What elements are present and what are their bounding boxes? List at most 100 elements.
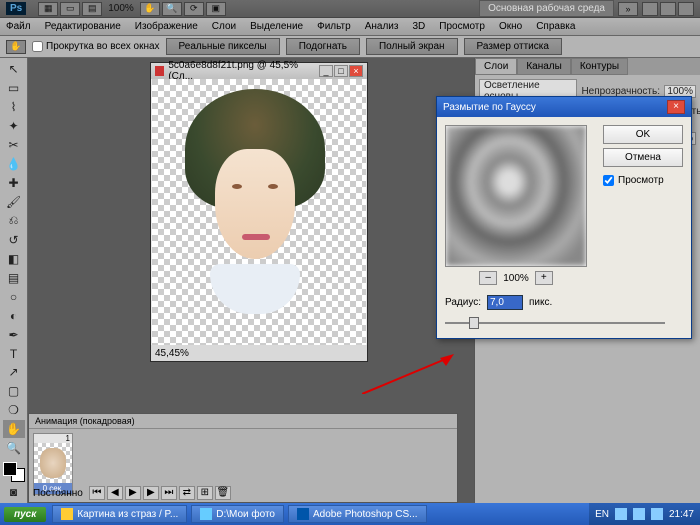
start-button[interactable]: пуск xyxy=(4,507,46,522)
stamp-tool-icon[interactable]: ⎌ xyxy=(3,212,25,230)
lang-indicator[interactable]: EN xyxy=(595,509,609,520)
color-swatches[interactable] xyxy=(3,462,25,482)
annotation-arrow xyxy=(362,354,454,394)
ok-button[interactable]: OK xyxy=(603,125,683,144)
dialog-titlebar[interactable]: Размытие по Гауссу × xyxy=(437,97,691,117)
animation-tab[interactable]: Анимация (покадровая) xyxy=(29,414,457,429)
radius-slider[interactable] xyxy=(445,316,665,330)
hand-tool-icon[interactable]: ✋ xyxy=(3,420,25,438)
pen-tool-icon[interactable]: ✒ xyxy=(3,326,25,344)
workspace-switcher[interactable]: Основная рабочая среда xyxy=(479,0,614,17)
bridge-icon[interactable]: ▦ xyxy=(38,2,58,16)
shape-tool-icon[interactable]: ▢ xyxy=(3,382,25,400)
menu-help[interactable]: Справка xyxy=(536,21,575,32)
document-canvas[interactable] xyxy=(152,79,366,345)
animation-panel: Анимация (покадровая) 1 0 сек. Постоянно… xyxy=(28,413,458,503)
opacity-label: Непрозрачность: xyxy=(581,86,660,97)
zoom-tool-icon[interactable]: 🔍 xyxy=(3,439,25,457)
last-frame-button[interactable]: ⏭ xyxy=(161,486,177,500)
wand-tool-icon[interactable]: ✦ xyxy=(3,117,25,135)
doc-minimize-button[interactable]: _ xyxy=(319,65,333,77)
quickmask-icon[interactable]: ◙ xyxy=(3,483,25,501)
crop-tool-icon[interactable]: ✂ xyxy=(3,136,25,154)
rotate-icon[interactable]: ⟳ xyxy=(184,2,204,16)
tray-icon[interactable] xyxy=(651,508,663,520)
preview-checkbox[interactable]: Просмотр xyxy=(603,175,683,186)
menu-layer[interactable]: Слои xyxy=(212,21,236,32)
type-tool-icon[interactable]: T xyxy=(3,345,25,363)
radius-input[interactable]: 7,0 xyxy=(487,295,523,310)
heal-tool-icon[interactable]: ✚ xyxy=(3,174,25,192)
full-screen-button[interactable]: Полный экран xyxy=(366,38,458,55)
next-frame-button[interactable]: ▶ xyxy=(143,486,159,500)
eraser-tool-icon[interactable]: ◧ xyxy=(3,250,25,268)
task-item[interactable]: Adobe Photoshop CS... xyxy=(288,505,427,523)
zoom-icon[interactable]: 🔍 xyxy=(162,2,182,16)
print-size-button[interactable]: Размер оттиска xyxy=(464,38,562,55)
zoom-out-button[interactable]: – xyxy=(479,271,497,285)
screen-mode-icon[interactable]: ▣ xyxy=(206,2,226,16)
zoom-in-button[interactable]: + xyxy=(535,271,553,285)
tray-icon[interactable] xyxy=(615,508,627,520)
brush-tool-icon[interactable]: 🖌 xyxy=(3,193,25,211)
path-tool-icon[interactable]: ↗ xyxy=(3,364,25,382)
prev-frame-button[interactable]: ◀ xyxy=(107,486,123,500)
dialog-close-button[interactable]: × xyxy=(667,100,685,114)
doc-zoom-status: 45,45% xyxy=(155,348,189,359)
menu-filter[interactable]: Фильтр xyxy=(317,21,351,32)
new-frame-button[interactable]: ⊞ xyxy=(197,486,213,500)
clock[interactable]: 21:47 xyxy=(669,509,694,520)
3d-tool-icon[interactable]: ❍ xyxy=(3,401,25,419)
task-item[interactable]: D:\Мои фото xyxy=(191,505,284,523)
menu-select[interactable]: Выделение xyxy=(250,21,303,32)
view-extras-icon[interactable]: ▭ xyxy=(60,2,80,16)
more-icon[interactable]: » xyxy=(618,2,638,16)
minimize-button[interactable] xyxy=(642,2,658,16)
menu-file[interactable]: Файл xyxy=(6,21,31,32)
move-tool-icon[interactable]: ↖ xyxy=(3,60,25,78)
tool-preset-icon[interactable]: ✋ xyxy=(6,40,26,54)
arrange-icon[interactable]: ▤ xyxy=(82,2,102,16)
options-bar: ✋ Прокрутка во всех окнах Реальные пиксе… xyxy=(0,36,700,58)
tab-channels[interactable]: Каналы xyxy=(517,58,571,75)
dodge-tool-icon[interactable]: ◐ xyxy=(3,307,25,325)
tween-button[interactable]: ⇄ xyxy=(179,486,195,500)
scroll-all-checkbox[interactable]: Прокрутка во всех окнах xyxy=(32,41,160,52)
maximize-button[interactable] xyxy=(660,2,676,16)
ps-logo: Ps xyxy=(6,2,26,15)
cancel-button[interactable]: Отмена xyxy=(603,148,683,167)
delete-frame-button[interactable]: 🗑 xyxy=(215,486,231,500)
history-brush-icon[interactable]: ↺ xyxy=(3,231,25,249)
doc-close-button[interactable]: × xyxy=(349,65,363,77)
app-titlebar: Ps ▦ ▭ ▤ 100% ✋ 🔍 ⟳ ▣ Основная рабочая с… xyxy=(0,0,700,18)
loop-selector[interactable]: Постоянно xyxy=(33,488,83,499)
menu-window[interactable]: Окно xyxy=(499,21,522,32)
document-window: 5c0a6e8d8f21t.png @ 45,5% (Сл... _ □ × 4… xyxy=(150,62,368,362)
dialog-title: Размытие по Гауссу xyxy=(443,102,536,113)
menu-edit[interactable]: Редактирование xyxy=(45,21,121,32)
titlebar-tools: ▦ ▭ ▤ 100% ✋ 🔍 ⟳ ▣ xyxy=(38,2,226,16)
play-button[interactable]: ▶ xyxy=(125,486,141,500)
first-frame-button[interactable]: ⏮ xyxy=(89,486,105,500)
gradient-tool-icon[interactable]: ▤ xyxy=(3,269,25,287)
hand-icon[interactable]: ✋ xyxy=(140,2,160,16)
tray-icon[interactable] xyxy=(633,508,645,520)
system-tray: EN 21:47 xyxy=(589,503,700,525)
document-titlebar[interactable]: 5c0a6e8d8f21t.png @ 45,5% (Сл... _ □ × xyxy=(151,63,367,79)
menu-image[interactable]: Изображение xyxy=(135,21,198,32)
lasso-tool-icon[interactable]: ⌇ xyxy=(3,98,25,116)
blur-preview[interactable] xyxy=(445,125,587,267)
task-item[interactable]: Картина из страз / P... xyxy=(52,505,187,523)
close-button[interactable] xyxy=(678,2,694,16)
fit-screen-button[interactable]: Подогнать xyxy=(286,38,360,55)
menu-view[interactable]: Просмотр xyxy=(439,21,485,32)
eyedropper-tool-icon[interactable]: 💧 xyxy=(3,155,25,173)
doc-maximize-button[interactable]: □ xyxy=(334,65,348,77)
blur-tool-icon[interactable]: ○ xyxy=(3,288,25,306)
menu-3d[interactable]: 3D xyxy=(412,21,425,32)
tab-paths[interactable]: Контуры xyxy=(571,58,628,75)
menu-analysis[interactable]: Анализ xyxy=(365,21,399,32)
marquee-tool-icon[interactable]: ▭ xyxy=(3,79,25,97)
tab-layers[interactable]: Слои xyxy=(475,58,517,75)
actual-pixels-button[interactable]: Реальные пикселы xyxy=(166,38,280,55)
